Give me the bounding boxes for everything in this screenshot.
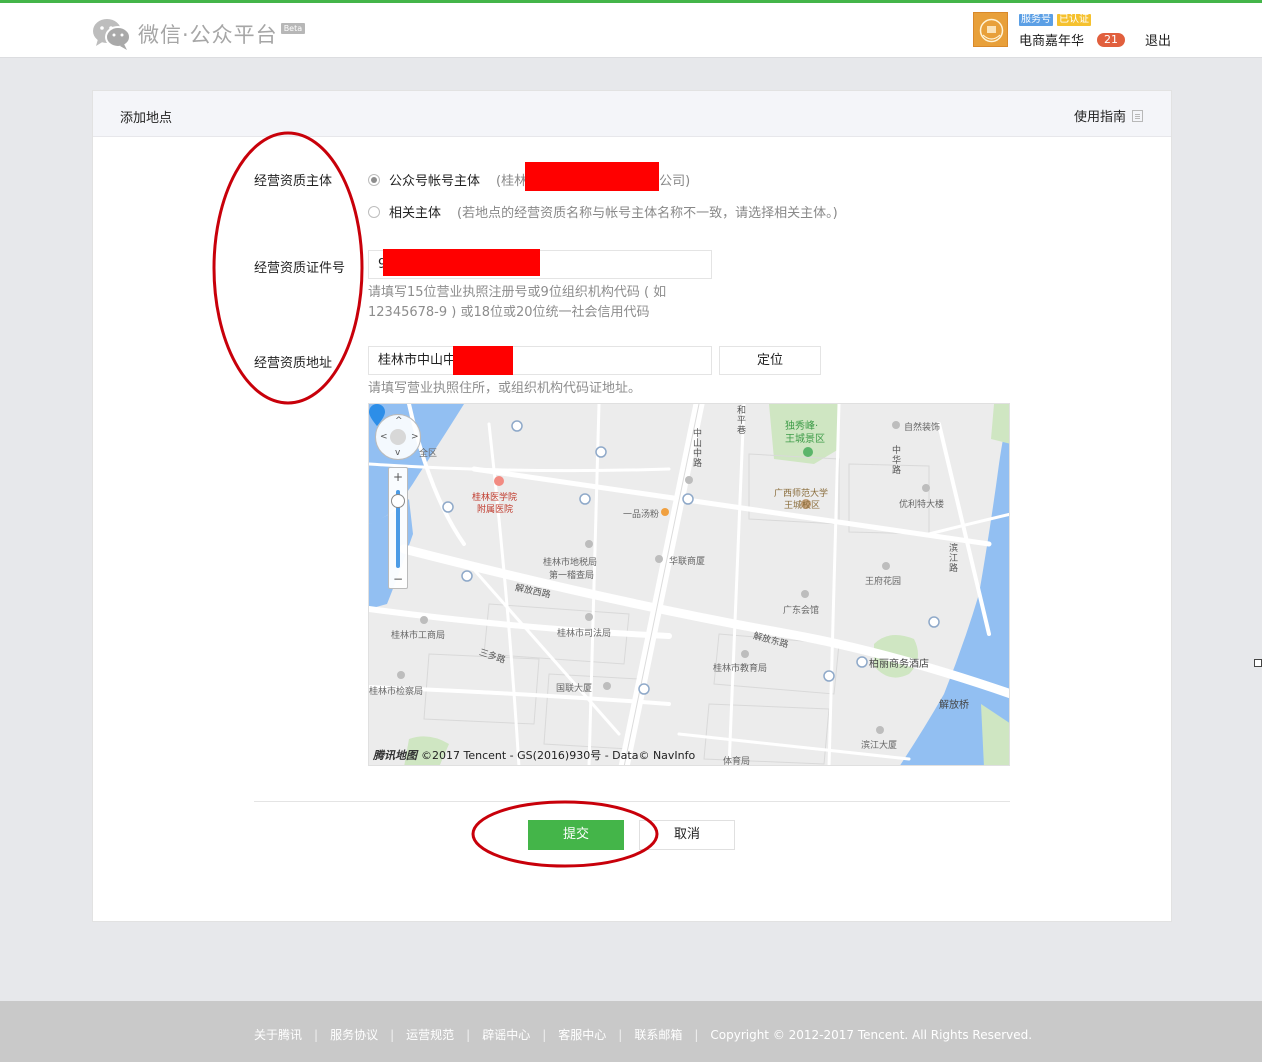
footer-links: 关于腾讯 | 服务协议 | 运营规范 | 辟谣中心 | 客服中心 | 联系邮箱 … [254,1026,1032,1043]
document-icon [1132,109,1143,122]
address-input[interactable]: 桂林市中山中 [368,346,712,375]
panel-header: 添加地点 使用指南 [93,91,1171,137]
logo[interactable]: 微信·公众平台 Beta [92,17,306,51]
logo-text: 微信·公众平台 [138,23,278,47]
map-view[interactable]: 中山中路 和平巷 独秀峰· 王城景区 自然装饰 中华路 广西师范大学 王城校区 … [368,403,1010,766]
pan-down-icon[interactable]: v [395,448,400,458]
entity-option2-note: (若地点的经营资质名称与帐号主体名称不一致，请选择相关主体。) [457,206,838,221]
submit-button[interactable]: 提交 [528,820,624,850]
map-canvas [369,404,1009,765]
map-label: 国联大厦 [556,684,593,694]
map-attribution: 腾讯地图 ©2017 Tencent - GS(2016)930号 - Data… [373,747,695,763]
redaction-box [453,346,513,375]
map-label: 华联商厦 [669,557,706,567]
locate-button[interactable]: 定位 [719,346,821,375]
license-label: 经营资质证件号 [254,261,346,276]
pan-up-icon[interactable]: ^ [395,416,403,426]
license-hint-line1: 请填写15位营业执照注册号或9位组织机构代码 ( 如 [368,285,667,300]
zoom-out-button[interactable]: − [389,572,407,586]
avatar-emblem-icon [974,13,1007,46]
footer-separator: | [390,1027,395,1042]
verified-tag: 已认证 [1057,14,1091,26]
footer-separator: | [466,1027,471,1042]
license-hint: 请填写15位营业执照注册号或9位组织机构代码 ( 如 12345678-9 ) … [368,283,666,323]
map-label: 王城景区 [785,434,825,445]
pan-center-icon [390,429,406,445]
entity-option2-label: 相关主体 [389,206,442,221]
redaction-box [383,249,540,276]
map-label: 桂林市司法局 [557,629,612,639]
address-hint: 请填写营业执照住所，或组织机构代码证地址。 [368,381,642,396]
footer-copyright: Copyright © 2012-2017 Tencent. All Right… [710,1027,1033,1042]
map-label: 第一稽查局 [549,571,595,581]
footer-link-about[interactable]: 关于腾讯 [254,1026,302,1043]
divider [254,801,1010,802]
location-pin-icon[interactable] [369,404,385,426]
footer-link-operation-rules[interactable]: 运营规范 [406,1026,454,1043]
map-label: 柏丽商务酒店 [869,659,929,670]
redaction-box [525,162,659,191]
entity-option-related[interactable]: 相关主体 (若地点的经营资质名称与帐号主体名称不一致，请选择相关主体。) [368,202,838,221]
scrollbar-marker[interactable] [1254,659,1262,667]
top-bar: 微信·公众平台 Beta 服务号 已认证 电商嘉年华 21 退出 [0,0,1262,58]
user-guide-link[interactable]: 使用指南 [1074,106,1143,125]
address-label: 经营资质地址 [254,356,333,371]
map-label: 王府花园 [865,577,902,587]
zoom-in-button[interactable]: + [389,470,407,484]
map-label: 优利特大楼 [899,500,945,510]
pan-right-icon[interactable]: > [411,432,419,442]
footer-separator: | [618,1027,623,1042]
cancel-button[interactable]: 取消 [639,820,735,850]
map-label: 一品汤粉 [623,510,660,520]
footer: 关于腾讯 | 服务协议 | 运营规范 | 辟谣中心 | 客服中心 | 联系邮箱 … [0,1001,1262,1062]
footer-link-service-agreement[interactable]: 服务协议 [330,1026,378,1043]
avatar[interactable] [973,12,1008,47]
footer-separator: | [314,1027,319,1042]
address-value: 桂林市中山中 [378,353,457,368]
map-label: 附属医院 [477,505,514,515]
map-zoom-control[interactable]: + − [388,467,408,589]
map-label: 桂林市教育局 [713,664,768,674]
map-label: 中山中路 [693,429,703,469]
user-guide-label: 使用指南 [1073,110,1126,125]
entity-label: 经营资质主体 [254,174,333,189]
add-location-panel: 添加地点 使用指南 经营资质主体 公众号帐号主体 (桂林 公司) 相关主体 (若… [92,90,1172,922]
map-label: 中华路 [892,446,902,476]
map-label: 体育局 [723,757,751,766]
entity-option1-label: 公众号帐号主体 [389,174,481,189]
wechat-logo-icon [93,19,131,50]
map-label: 王城校区 [784,501,821,511]
footer-separator: | [694,1027,699,1042]
map-copyright: ©2017 Tencent - GS(2016)930号 - Data© Nav… [421,749,696,762]
footer-link-support-center[interactable]: 客服中心 [558,1026,606,1043]
map-label: 滨江大厦 [861,741,898,751]
map-label: 桂林市地税局 [543,558,598,568]
radio-related-entity[interactable] [368,205,380,218]
account-name[interactable]: 电商嘉年华 [1019,30,1084,49]
footer-separator: | [542,1027,547,1042]
entity-option1-note-suffix: 公司) [659,174,691,189]
footer-link-contact-email[interactable]: 联系邮箱 [634,1026,682,1043]
license-hint-line2: 12345678-9 ) 或18位或20位统一社会信用代码 [368,305,650,320]
zoom-slider-handle[interactable] [391,494,405,508]
entity-option1-note-prefix: (桂林 [496,174,528,189]
map-label: 桂林市工商局 [391,631,446,641]
service-account-tag: 服务号 [1019,14,1053,26]
beta-badge: Beta [280,22,306,34]
tencent-map-logo: 腾讯地图 [373,749,417,762]
notification-badge[interactable]: 21 [1097,32,1126,47]
map-label: 自然装饰 [904,423,941,433]
footer-link-rumor-center[interactable]: 辟谣中心 [482,1026,530,1043]
page-title: 添加地点 [120,111,173,126]
pan-left-icon[interactable]: < [380,432,388,442]
map-label: 解放桥 [939,700,969,711]
map-label: 滨江路 [949,544,959,574]
account-info: 服务号 已认证 电商嘉年华 21 退出 [973,12,1171,49]
map-label: 桂林市检察局 [369,687,424,697]
map-label: 全区 [419,449,438,459]
map-label: 和平巷 [737,406,747,436]
logout-link[interactable]: 退出 [1145,30,1171,49]
radio-account-entity[interactable] [368,173,380,186]
map-label: 广东会馆 [783,606,820,616]
